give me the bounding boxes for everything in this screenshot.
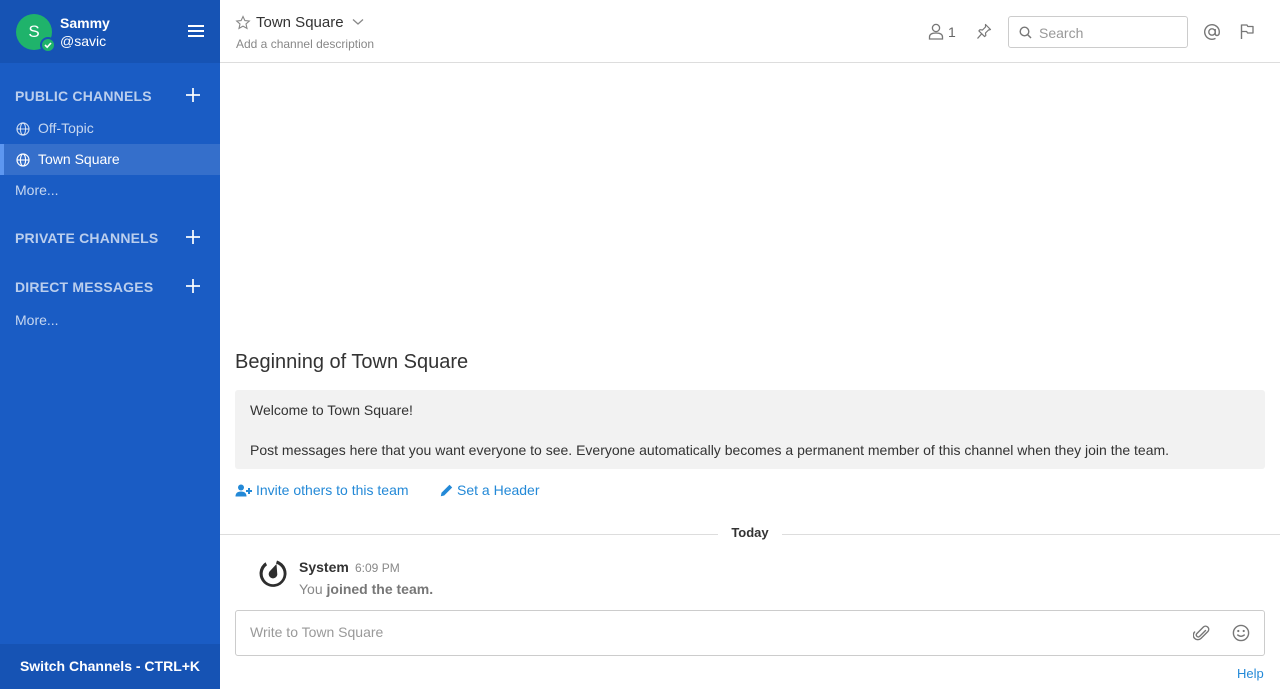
public-channels-title: PUBLIC CHANNELS xyxy=(15,88,152,104)
post-message: You joined the team. xyxy=(299,581,433,597)
channel-intro-box: Welcome to Town Square! Post messages he… xyxy=(235,390,1265,469)
sidebar-item-off-topic[interactable]: Off-Topic xyxy=(0,113,220,144)
direct-messages-more-link[interactable]: More... xyxy=(15,312,59,328)
pencil-icon xyxy=(440,484,453,497)
emoji-icon[interactable] xyxy=(1232,624,1250,642)
paperclip-icon[interactable] xyxy=(1193,624,1211,642)
chevron-down-icon[interactable] xyxy=(352,18,364,26)
mattermost-logo-icon[interactable] xyxy=(256,556,290,590)
online-status-badge xyxy=(40,37,56,53)
private-channels-title: PRIVATE CHANNELS xyxy=(15,230,159,246)
add-user-icon xyxy=(235,484,252,497)
post-message-bold: joined the team. xyxy=(326,581,434,597)
message-composer xyxy=(235,610,1265,656)
message-input[interactable] xyxy=(250,624,1170,644)
globe-icon xyxy=(16,153,30,167)
help-link[interactable]: Help xyxy=(1237,666,1264,681)
globe-icon xyxy=(16,122,30,136)
add-direct-message-plus-icon[interactable] xyxy=(186,279,200,293)
set-header-link[interactable]: Set a Header xyxy=(440,482,550,500)
app-window: S Sammy @savic PUBLIC CHANNELS Off-Topic xyxy=(0,0,1280,689)
add-private-channel-plus-icon[interactable] xyxy=(186,230,200,244)
public-channels-more-link[interactable]: More... xyxy=(15,182,59,198)
sidebar-item-town-square[interactable]: Town Square xyxy=(0,144,220,175)
sidebar-item-label: Off-Topic xyxy=(38,120,94,136)
post-message-prefix: You xyxy=(299,581,327,597)
pin-icon[interactable] xyxy=(976,23,992,40)
search-icon xyxy=(1019,26,1032,39)
intro-welcome: Welcome to Town Square! xyxy=(250,402,413,418)
channel-description[interactable]: Add a channel description xyxy=(236,37,374,51)
set-header-link-label: Set a Header xyxy=(457,482,540,498)
add-public-channel-plus-icon[interactable] xyxy=(186,88,200,102)
direct-messages-title: DIRECT MESSAGES xyxy=(15,279,154,295)
switch-channels-button[interactable]: Switch Channels - CTRL+K xyxy=(0,644,220,689)
member-icon[interactable] xyxy=(928,23,944,40)
user-handle: @savic xyxy=(60,33,107,49)
date-separator-label: Today xyxy=(718,525,782,540)
user-header: S Sammy @savic xyxy=(0,0,220,63)
post-username[interactable]: System xyxy=(299,559,349,575)
search-input-container[interactable] xyxy=(1008,16,1188,48)
channel-intro-title: Beginning of Town Square xyxy=(235,351,469,373)
post-timestamp[interactable]: 6:09 PM xyxy=(355,561,400,575)
channel-header: Town Square Add a channel description 1 xyxy=(220,0,1280,63)
intro-text: Post messages here that you want everyon… xyxy=(250,442,1170,458)
sidebar-item-label: Town Square xyxy=(38,151,120,167)
member-count[interactable]: 1 xyxy=(948,24,956,40)
channel-title[interactable]: Town Square xyxy=(256,14,344,31)
check-icon xyxy=(44,42,52,49)
flag-icon[interactable] xyxy=(1239,23,1255,40)
sidebar: S Sammy @savic PUBLIC CHANNELS Off-Topic xyxy=(0,0,220,689)
invite-others-link-label: Invite others to this team xyxy=(256,482,409,498)
star-icon[interactable] xyxy=(235,15,251,31)
invite-others-link[interactable]: Invite others to this team xyxy=(235,482,425,500)
at-mention-icon[interactable] xyxy=(1203,23,1221,41)
search-input[interactable] xyxy=(1039,23,1179,43)
hamburger-icon[interactable] xyxy=(188,25,204,39)
user-name: Sammy xyxy=(60,15,110,31)
